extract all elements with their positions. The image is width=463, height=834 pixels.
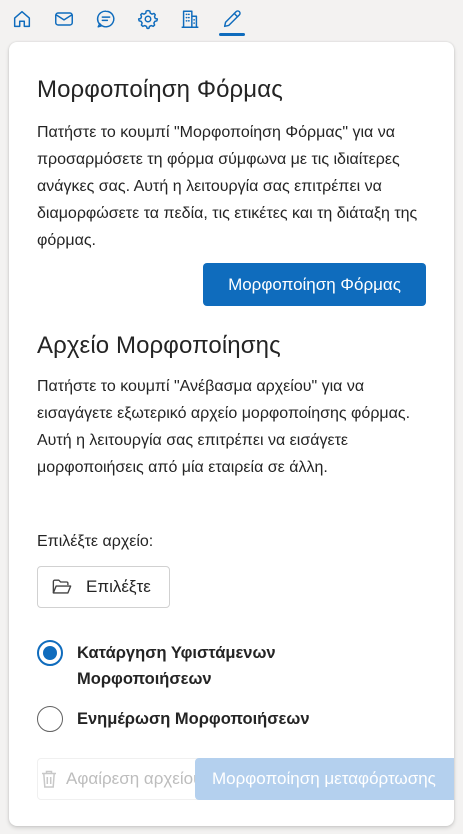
choose-file-label: Επιλέξτε [86, 577, 151, 596]
form-formatting-description: Πατήστε το κουμπί "Μορφοποίηση Φόρμας" γ… [37, 124, 418, 249]
remove-file-label: Αφαίρεση αρχείου [66, 769, 203, 788]
settings-panel: Μορφοποίηση Φόρμας Πατήστε το κουμπί "Μο… [9, 42, 454, 826]
formatting-file-description: Πατήστε το κουμπί "Ανέβασμα αρχείου" για… [37, 378, 411, 476]
top-nav [0, 0, 463, 40]
folder-open-icon [52, 579, 72, 594]
format-form-button[interactable]: Μορφοποίηση Φόρμας [203, 263, 426, 306]
building-icon[interactable] [177, 6, 203, 32]
radio-remove-existing[interactable] [37, 640, 63, 666]
option-remove-existing[interactable]: Κατάργηση Υφιστάμενων Μορφοποιήσεων [37, 640, 377, 692]
trash-icon [42, 770, 56, 788]
formatting-file-title: Αρχείο Μορφοποίησης [37, 332, 281, 359]
active-tab-indicator [219, 33, 245, 36]
upload-format-button[interactable]: Μορφοποίηση μεταφόρτωσης [195, 758, 454, 800]
option-update-label: Ενημέρωση Μορφοποιήσεων [77, 710, 310, 728]
gear-icon[interactable] [135, 6, 161, 32]
choose-file-button[interactable]: Επιλέξτε [37, 566, 170, 608]
pencil-icon[interactable] [219, 6, 245, 32]
select-file-label: Επιλέξτε αρχείο: [37, 533, 154, 550]
option-remove-existing-label: Κατάργηση Υφιστάμενων Μορφοποιήσεων [77, 644, 276, 688]
mail-icon[interactable] [51, 6, 77, 32]
remove-file-button[interactable]: Αφαίρεση αρχείου [37, 758, 218, 800]
radio-update[interactable] [37, 706, 63, 732]
home-icon[interactable] [9, 6, 35, 32]
option-update[interactable]: Ενημέρωση Μορφοποιήσεων [37, 706, 377, 732]
chat-icon[interactable] [93, 6, 119, 32]
form-formatting-title: Μορφοποίηση Φόρμας [37, 76, 283, 103]
